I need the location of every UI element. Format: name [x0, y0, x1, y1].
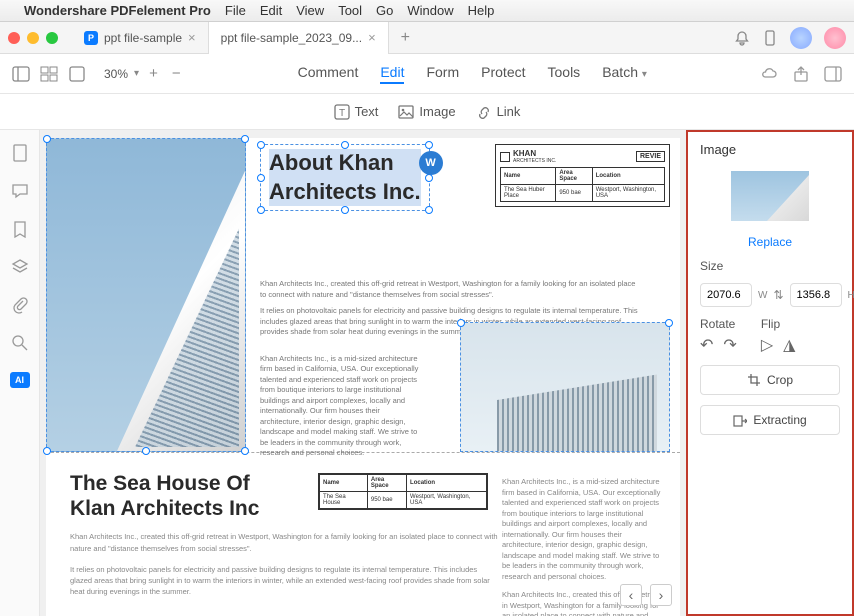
zoom-value: 30% — [104, 67, 128, 81]
paragraph[interactable]: Khan Architects Inc., created this off-g… — [260, 279, 640, 300]
crop-button[interactable]: Crop — [700, 365, 840, 395]
flip-horizontal-icon[interactable]: ▷ — [761, 335, 773, 355]
ai-button[interactable]: AI — [10, 372, 30, 388]
bell-icon[interactable] — [734, 30, 750, 46]
svg-text:T: T — [339, 108, 345, 119]
extract-icon — [733, 413, 747, 427]
image[interactable] — [460, 322, 670, 452]
height-input[interactable] — [790, 283, 842, 307]
flip-label: Flip — [761, 317, 796, 331]
text-tool-button[interactable]: T Text — [334, 104, 379, 120]
add-tab-button[interactable]: + — [389, 29, 422, 47]
image-properties-panel: Image Replace Size W ⇅ H Rotate ↶ ↷ Flip… — [686, 130, 854, 616]
prev-page-button[interactable]: ‹ — [620, 584, 642, 606]
selected-image[interactable] — [46, 138, 246, 452]
menu-file[interactable]: File — [225, 3, 246, 18]
document-canvas[interactable]: About KhanArchitects Inc. W — [40, 130, 686, 616]
share-icon[interactable] — [792, 65, 810, 83]
crop-icon — [747, 373, 761, 387]
maximize-window-button[interactable] — [46, 32, 58, 44]
close-window-button[interactable] — [8, 32, 20, 44]
left-sidebar: AI — [0, 130, 40, 616]
rotate-label: Rotate — [700, 317, 737, 331]
size-label: Size — [700, 259, 840, 273]
tab-form[interactable]: Form — [426, 64, 459, 84]
tab-1-label: ppt file-sample — [104, 31, 182, 45]
tab-2[interactable]: ppt file-sample_2023_09... × — [209, 22, 389, 54]
close-icon[interactable]: × — [188, 30, 196, 45]
chevron-down-icon: ▾ — [134, 68, 139, 79]
tab-batch[interactable]: Batch ▾ — [602, 64, 647, 84]
replace-button[interactable]: Replace — [700, 235, 840, 249]
menu-tool[interactable]: Tool — [338, 3, 362, 18]
paragraph[interactable]: Khan Architects Inc., created this off-g… — [70, 531, 500, 554]
document-tabs: P ppt file-sample × ppt file-sample_2023… — [72, 22, 734, 54]
layers-icon[interactable] — [11, 258, 29, 276]
extract-button[interactable]: Extracting — [700, 405, 840, 435]
os-menubar: Wondershare PDFelement Pro File Edit Vie… — [0, 0, 854, 22]
minimize-window-button[interactable] — [27, 32, 39, 44]
zoom-control[interactable]: 30% ▾ + − — [104, 65, 185, 82]
zoom-out-button[interactable]: − — [168, 65, 185, 82]
zoom-in-button[interactable]: + — [145, 65, 162, 82]
page-nav: ‹ › — [620, 584, 672, 606]
paragraph[interactable]: Khan Architects Inc., is a mid-sized arc… — [260, 354, 420, 459]
image-thumbnail — [731, 171, 809, 221]
panel-title: Image — [700, 142, 840, 157]
link-tool-button[interactable]: Link — [476, 104, 521, 120]
menu-window[interactable]: Window — [407, 3, 453, 18]
mobile-icon[interactable] — [762, 30, 778, 46]
search-icon[interactable] — [11, 334, 29, 352]
page-2: The Sea House OfKlan Architects Inc Name… — [46, 453, 680, 616]
selected-text[interactable]: About KhanArchitects Inc. W — [260, 144, 430, 211]
menu-help[interactable]: Help — [468, 3, 495, 18]
traffic-lights — [8, 32, 58, 44]
close-icon[interactable]: × — [368, 30, 376, 45]
width-input[interactable] — [700, 283, 752, 307]
attachment-icon[interactable] — [11, 296, 29, 314]
sub-toolbar: T Text Image Link — [0, 94, 854, 130]
tab-tools[interactable]: Tools — [548, 64, 581, 84]
text-icon: T — [334, 104, 350, 120]
rotate-left-icon[interactable]: ↶ — [700, 335, 713, 355]
link-icon — [476, 104, 492, 120]
menu-edit[interactable]: Edit — [260, 3, 282, 18]
rotate-right-icon[interactable]: ↷ — [723, 335, 736, 355]
main-toolbar: 30% ▾ + − Comment Edit Form Protect Tool… — [0, 54, 854, 94]
panel-left-icon[interactable] — [12, 65, 30, 83]
paragraph[interactable]: It relies on photovoltaic panels for ele… — [70, 564, 500, 598]
single-view-icon[interactable] — [68, 65, 86, 83]
page-icon[interactable] — [11, 144, 29, 162]
image-icon — [398, 104, 414, 120]
panel-right-icon[interactable] — [824, 65, 842, 83]
bookmark-icon[interactable] — [11, 220, 29, 238]
cloud-icon[interactable] — [760, 65, 778, 83]
app-name[interactable]: Wondershare PDFelement Pro — [24, 3, 211, 18]
word-badge-icon[interactable]: W — [419, 151, 443, 175]
document-icon: P — [84, 31, 98, 45]
titlebar: P ppt file-sample × ppt file-sample_2023… — [0, 22, 854, 54]
tab-edit[interactable]: Edit — [380, 64, 404, 84]
tab-1[interactable]: P ppt file-sample × — [72, 22, 209, 54]
avatar[interactable] — [790, 27, 812, 49]
menu-go[interactable]: Go — [376, 3, 393, 18]
avatar[interactable] — [824, 27, 846, 49]
page-1: About KhanArchitects Inc. W — [46, 138, 680, 453]
info-box: KHANARCHITECTS INC. REVIE NameArea Space… — [495, 144, 670, 207]
menu-view[interactable]: View — [296, 3, 324, 18]
tab-2-label: ppt file-sample_2023_09... — [221, 31, 362, 45]
grid-view-icon[interactable] — [40, 65, 58, 83]
tab-protect[interactable]: Protect — [481, 64, 525, 84]
tab-comment[interactable]: Comment — [298, 64, 359, 84]
image-tool-button[interactable]: Image — [398, 104, 455, 120]
comment-icon[interactable] — [11, 182, 29, 200]
next-page-button[interactable]: › — [650, 584, 672, 606]
paragraph[interactable]: Khan Architects Inc., is a mid-sized arc… — [502, 477, 662, 582]
flip-vertical-icon[interactable]: ◮ — [783, 335, 795, 355]
lock-aspect-icon[interactable]: ⇅ — [773, 288, 783, 302]
